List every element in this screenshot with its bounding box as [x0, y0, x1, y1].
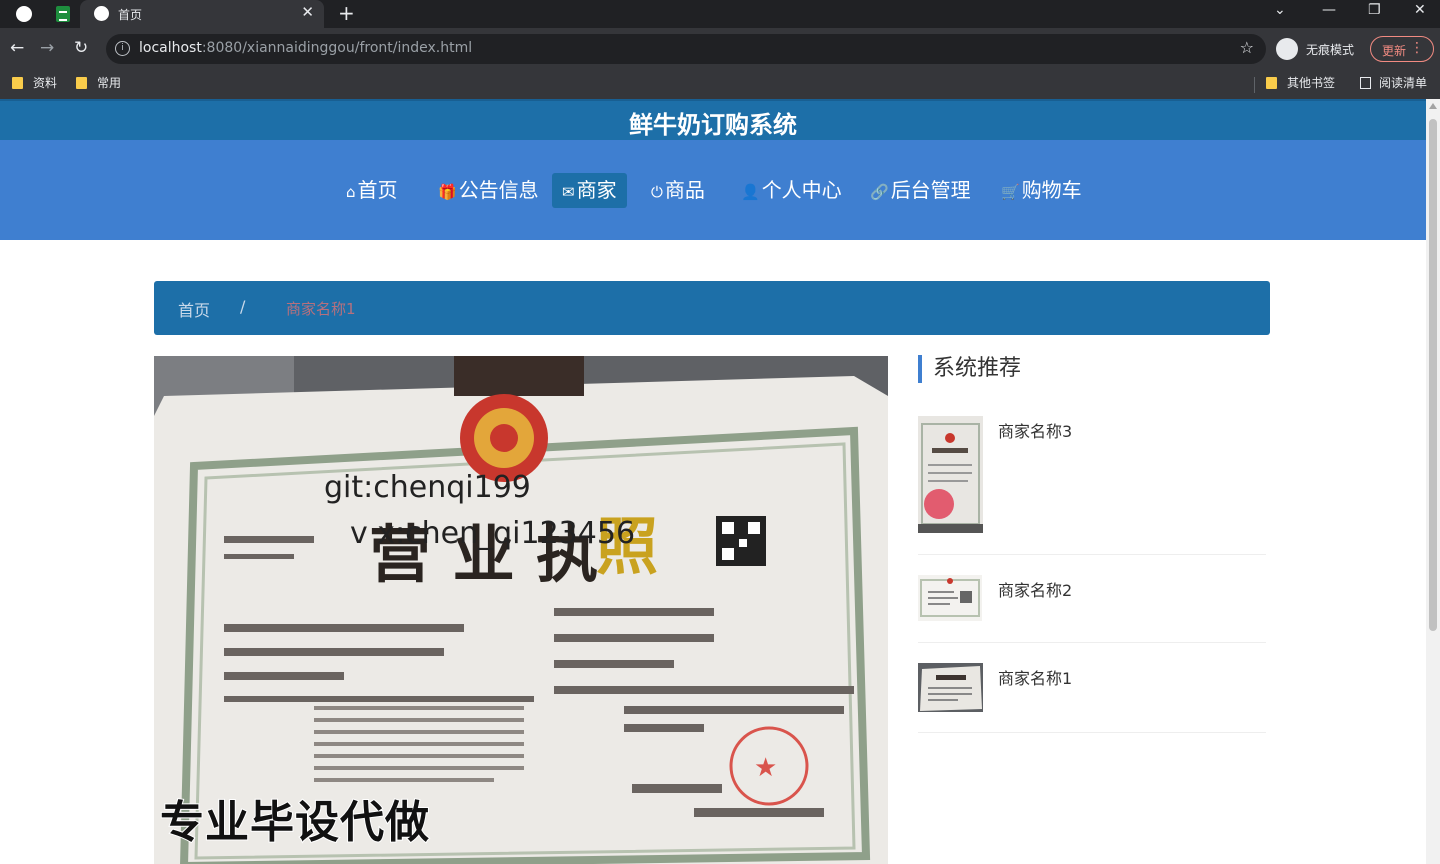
folder-icon [12, 77, 23, 89]
recommend-item[interactable]: 商家名称1 [918, 663, 1266, 733]
sheets-app-icon[interactable] [56, 6, 70, 22]
nav-home[interactable]: ⌂ 首页 [336, 173, 408, 208]
seal-star: ★ [754, 753, 777, 783]
globe-icon [94, 6, 109, 21]
browser-toolbar: ← → ↻ i localhost:8080/xiannaidinggou/fr… [0, 28, 1440, 70]
recommend-item[interactable]: 商家名称2 [918, 575, 1266, 643]
recommend-item-name[interactable]: 商家名称3 [998, 418, 1072, 442]
main-navigation: ⌂ 首页 🎁 公告信息 ✉ 商家 ⏻ 商品 👤 个人中心 🔗 后台管理 🛒 购物车 [0, 140, 1426, 240]
gift-icon: 🎁 [438, 183, 457, 201]
bookmark-folder-ziliao[interactable]: 资料 [12, 74, 57, 91]
bookmark-folder-changyong[interactable]: 常用 [76, 74, 121, 91]
folder-icon [1266, 77, 1277, 89]
browser-tab-active[interactable]: 首页 ✕ [80, 0, 324, 28]
tab-title: 首页 [118, 8, 143, 22]
tab-search-chevron-icon[interactable]: ⌄ [1274, 2, 1286, 18]
bookmarks-bar: 资料 常用 其他书签 阅读清单 [0, 70, 1440, 100]
window-close-icon[interactable]: ✕ [1414, 2, 1426, 18]
merchant-main-image: 营 业 执 照 ★ git:chenqi199 v x:chen_qi12345… [154, 356, 888, 864]
cart-icon: 🛒 [1001, 183, 1020, 201]
breadcrumb-home[interactable]: 首页 [178, 297, 210, 321]
nav-profile[interactable]: 👤 个人中心 [731, 173, 852, 208]
url-host: localhost [139, 40, 202, 56]
globe-icon[interactable] [16, 6, 32, 22]
page-scrollbar[interactable] [1426, 99, 1440, 864]
site-header: 鲜牛奶订购系统 [0, 99, 1426, 140]
folder-icon [76, 77, 87, 89]
bookmark-divider [1254, 77, 1255, 93]
recommend-thumbnail[interactable] [918, 663, 983, 712]
browser-tab-strip: 首页 ✕ + ⌄ — ❐ ✕ [0, 0, 1440, 28]
license-thumbnail [918, 416, 983, 533]
license-thumbnail [918, 663, 983, 712]
scroll-up-arrow-icon[interactable] [1429, 103, 1437, 109]
reading-list-icon [1360, 77, 1371, 89]
watermark-wechat: v x:chen_qi123456 [350, 516, 636, 551]
nav-merchants[interactable]: ✉ 商家 [552, 173, 627, 208]
breadcrumb: 首页 / 商家名称1 [154, 281, 1270, 335]
user-icon: 👤 [741, 183, 760, 201]
menu-dots-icon[interactable]: ⋮ [1410, 40, 1424, 56]
nav-announcements[interactable]: 🎁 公告信息 [428, 173, 549, 208]
watermark-service: 专业毕设代做 [159, 796, 430, 849]
recommend-title: 系统推荐 [918, 355, 1021, 383]
reload-icon[interactable]: ↻ [74, 38, 88, 58]
update-label: 更新 [1382, 44, 1407, 58]
info-icon[interactable]: i [115, 41, 130, 56]
license-thumbnail [918, 575, 982, 621]
nav-admin[interactable]: 🔗 后台管理 [860, 173, 981, 208]
link-icon: 🔗 [870, 183, 889, 201]
recommend-item[interactable]: 商家名称3 [918, 416, 1266, 555]
restore-icon[interactable]: ❐ [1368, 2, 1381, 18]
forward-arrow-icon[interactable]: → [40, 38, 54, 58]
bookmark-star-icon[interactable]: ☆ [1240, 38, 1254, 57]
update-button[interactable]: 更新 ⋮ [1370, 36, 1434, 62]
reading-list[interactable]: 阅读清单 [1360, 74, 1427, 91]
new-tab-button[interactable]: + [338, 1, 355, 25]
home-icon: ⌂ [346, 183, 356, 201]
bookmark-folder-other[interactable]: 其他书签 [1266, 74, 1335, 91]
page-viewport: 鲜牛奶订购系统 ⌂ 首页 🎁 公告信息 ✉ 商家 ⏻ 商品 👤 个人中心 🔗 后台管理 🛒 购… [0, 99, 1426, 864]
back-arrow-icon[interactable]: ← [10, 38, 24, 58]
minimize-icon[interactable]: — [1322, 2, 1336, 18]
recommend-thumbnail[interactable] [918, 416, 983, 533]
incognito-label: 无痕模式 [1306, 43, 1355, 57]
url-path: :8080/xiannaidinggou/front/index.html [201, 40, 473, 56]
scrollbar-thumb[interactable] [1429, 119, 1437, 631]
incognito-icon[interactable] [1276, 38, 1298, 60]
watermark-git: git:chenqi199 [324, 470, 531, 505]
close-icon[interactable]: ✕ [301, 3, 314, 21]
recommend-item-name[interactable]: 商家名称2 [998, 577, 1072, 601]
recommend-thumbnail[interactable] [918, 575, 982, 621]
nav-products[interactable]: ⏻ 商品 [641, 173, 715, 208]
site-title: 鲜牛奶订购系统 [629, 111, 797, 139]
mail-icon: ✉ [562, 183, 575, 201]
breadcrumb-current: 商家名称1 [286, 300, 356, 318]
power-icon: ⏻ [651, 183, 663, 201]
address-bar[interactable]: i localhost:8080/xiannaidinggou/front/in… [106, 34, 1266, 64]
nav-cart[interactable]: 🛒 购物车 [991, 173, 1092, 208]
breadcrumb-separator: / [240, 297, 246, 316]
recommend-item-name[interactable]: 商家名称1 [998, 665, 1072, 689]
